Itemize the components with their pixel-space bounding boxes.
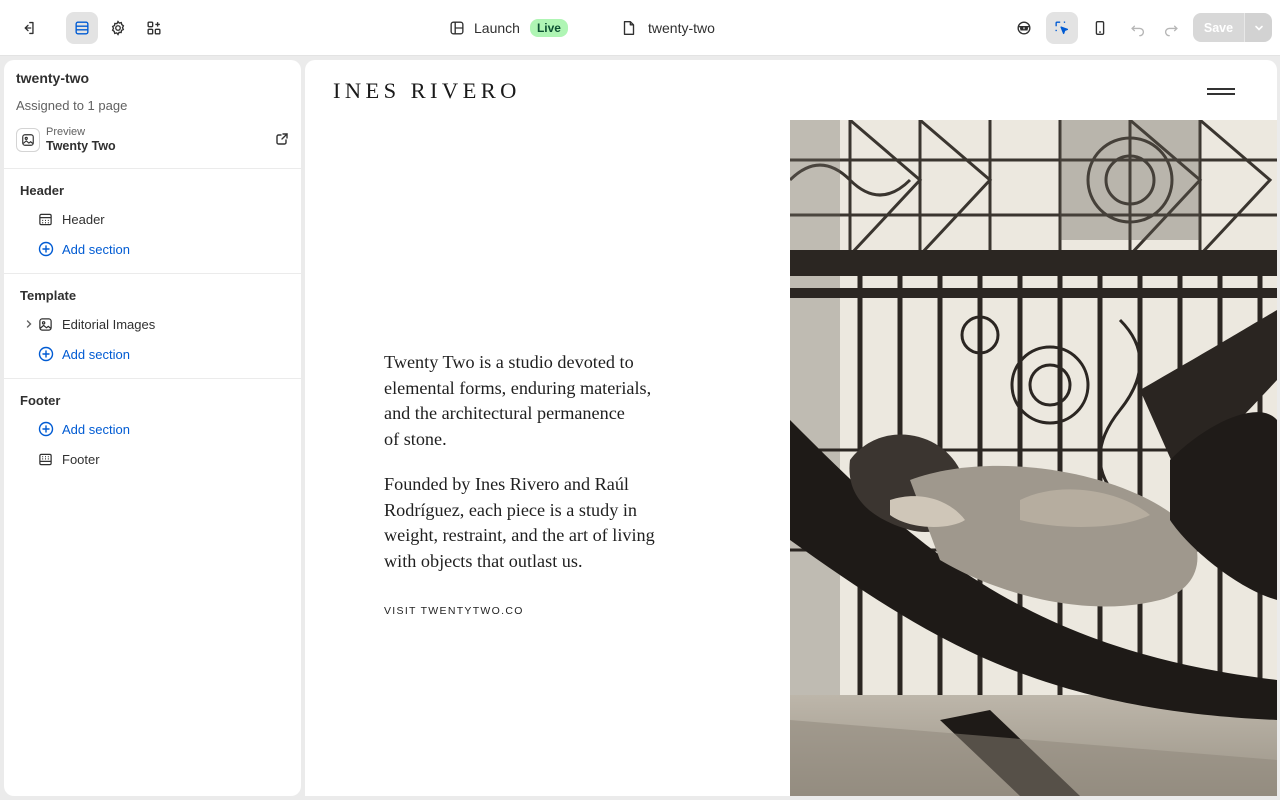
save-button-group: Save [1193,13,1272,42]
inspector-button[interactable] [1008,12,1040,44]
mobile-icon [1095,21,1105,35]
sections-sidebar: twenty-two Assigned to 1 page Preview Tw… [4,60,301,796]
editorial-text: Twenty Two is a studio devoted to elemen… [384,350,724,594]
section-item-label: Editorial Images [62,316,156,332]
external-link-icon[interactable] [274,131,290,147]
save-options-button[interactable] [1245,13,1272,42]
sections-icon [75,21,89,35]
add-section-label: Add section [62,346,130,362]
editorial-photo-art [790,120,1277,796]
section-item-label: Header [62,211,105,227]
header-section-icon [39,213,52,225]
section-item-footer[interactable]: Footer [20,445,290,473]
redo-icon [1164,25,1178,37]
divider [4,273,301,274]
preview-thumbnail [16,128,40,152]
sections-view-button[interactable] [66,12,98,44]
store-logo[interactable]: INES RIVERO [333,78,521,104]
section-item-editorial-images[interactable]: Editorial Images [20,310,290,338]
editorial-paragraph: Founded by Ines Rivero and Raúl Rodrígue… [384,474,655,571]
add-section-template-button[interactable]: Add section [20,340,290,368]
page-selector[interactable]: twenty-two [620,14,715,42]
undo-icon [1131,25,1145,37]
plus-circle-icon [38,241,54,257]
preview-theme-name: Twenty Two [46,139,116,153]
plus-circle-icon [38,346,54,362]
gear-icon [111,20,125,36]
template-group-title: Template [20,288,77,303]
menu-icon[interactable] [1207,84,1235,96]
add-section-label: Add section [62,241,130,257]
section-item-header[interactable]: Header [20,205,290,233]
apps-icon [147,21,161,35]
editorial-paragraph: Twenty Two is a studio devoted to elemen… [384,352,652,449]
chevron-down-icon [1254,25,1263,31]
add-section-header-button[interactable]: Add section [20,235,290,263]
header-group-title: Header [20,183,65,198]
save-button[interactable]: Save [1193,13,1245,42]
launch-status[interactable]: Launch Live [448,14,568,42]
image-icon [22,134,34,146]
theme-settings-button[interactable] [102,12,134,44]
launch-label: Launch [474,20,520,36]
footer-group-title: Footer [20,393,61,408]
apps-button[interactable] [138,12,170,44]
preview-theme-row[interactable]: Preview Twenty Two [16,124,290,156]
inspector-icon [1017,21,1031,35]
assigned-pages: Assigned to 1 page [16,98,128,113]
storefront-preview[interactable]: INES RIVERO Twenty Two is a studio devot… [305,60,1277,796]
section-item-label: Footer [62,451,100,467]
device-preview-button[interactable] [1084,12,1116,44]
chevron-right-icon[interactable] [24,319,34,329]
image-section-icon [39,317,52,331]
add-section-label: Add section [62,421,130,437]
selection-mode-button[interactable] [1046,12,1078,44]
exit-icon [24,21,34,35]
exit-button[interactable] [12,12,44,44]
redo-button[interactable] [1155,12,1187,44]
layout-icon [450,21,464,35]
editor-topbar: Launch Live twenty-two Save [0,0,1280,56]
plus-circle-icon [38,421,54,437]
footer-section-icon [39,453,52,465]
add-section-footer-button[interactable]: Add section [20,415,290,443]
page-icon [623,21,635,35]
preview-label: Preview [46,126,86,138]
undo-button[interactable] [1122,12,1154,44]
divider [4,378,301,379]
cursor-select-icon [1055,21,1069,35]
visit-link[interactable]: VISIT TWENTYTWO.CO [384,605,524,617]
current-page-label: twenty-two [648,20,715,36]
divider [4,168,301,169]
live-badge: Live [529,19,568,37]
theme-name: twenty-two [16,70,90,86]
editorial-photo [790,120,1277,796]
